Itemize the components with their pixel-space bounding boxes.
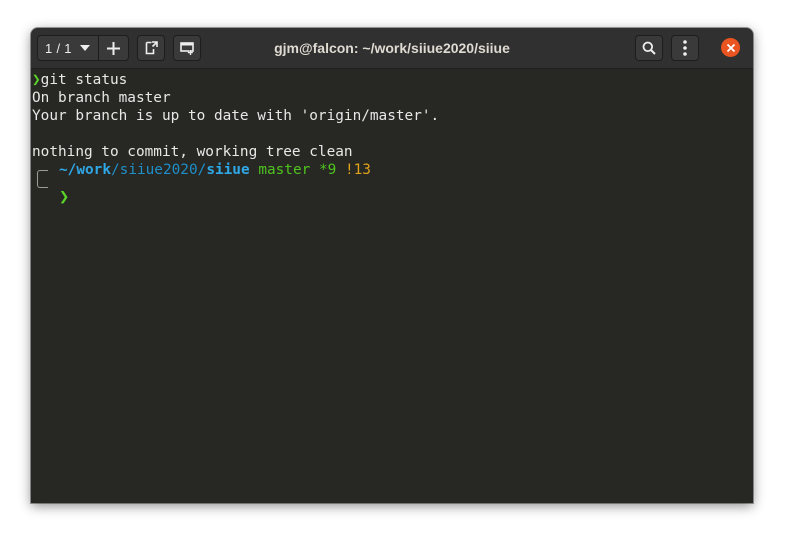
- close-button[interactable]: [721, 38, 740, 57]
- prompt-status-line: ~/work/siiue2020/siiue master *9 !13: [59, 161, 371, 179]
- menu-button[interactable]: [671, 35, 699, 61]
- prompt-bracket: [37, 170, 48, 188]
- output-line: Your branch is up to date with 'origin/m…: [32, 108, 440, 124]
- input-prompt-arrow: ❯: [59, 187, 70, 207]
- path-work: work: [76, 162, 111, 178]
- kebab-menu-icon: [683, 40, 687, 56]
- command-text: git status: [40, 72, 128, 88]
- new-tab-button[interactable]: [98, 35, 129, 61]
- output-line: nothing to commit, working tree clean: [32, 144, 353, 160]
- path-separator: /: [197, 162, 207, 178]
- new-window-icon: [179, 41, 195, 55]
- output-line: On branch master: [32, 90, 171, 106]
- path-middle: siiue2020: [119, 162, 198, 178]
- command-line: ❯git status: [32, 71, 127, 89]
- path-cwd: siiue: [206, 162, 250, 178]
- close-icon: [726, 39, 735, 57]
- git-stash-count: *9: [318, 162, 337, 178]
- detach-tab-icon: [145, 41, 158, 55]
- new-window-button[interactable]: [173, 35, 201, 61]
- terminal-window: 1 / 1 gjm@falcon: ~/work/siiue2020/siiue: [31, 28, 753, 503]
- terminal-output[interactable]: ❯git status On branch master Your branch…: [31, 69, 753, 503]
- title-bar: 1 / 1 gjm@falcon: ~/work/siiue2020/siiue: [31, 28, 753, 69]
- detach-tab-button[interactable]: [137, 35, 165, 61]
- prompt-arrow: ❯: [32, 72, 41, 88]
- git-branch: master: [258, 162, 311, 178]
- tab-switcher-button[interactable]: 1 / 1: [37, 35, 99, 61]
- plus-icon: [107, 41, 120, 55]
- search-button[interactable]: [635, 35, 663, 61]
- tab-counter: 1 / 1: [45, 40, 72, 56]
- search-icon: [642, 41, 656, 55]
- path-separator: /: [110, 162, 120, 178]
- chevron-down-icon: [80, 45, 90, 51]
- git-modified-count: !13: [344, 162, 371, 178]
- path-home: ~/: [59, 162, 77, 178]
